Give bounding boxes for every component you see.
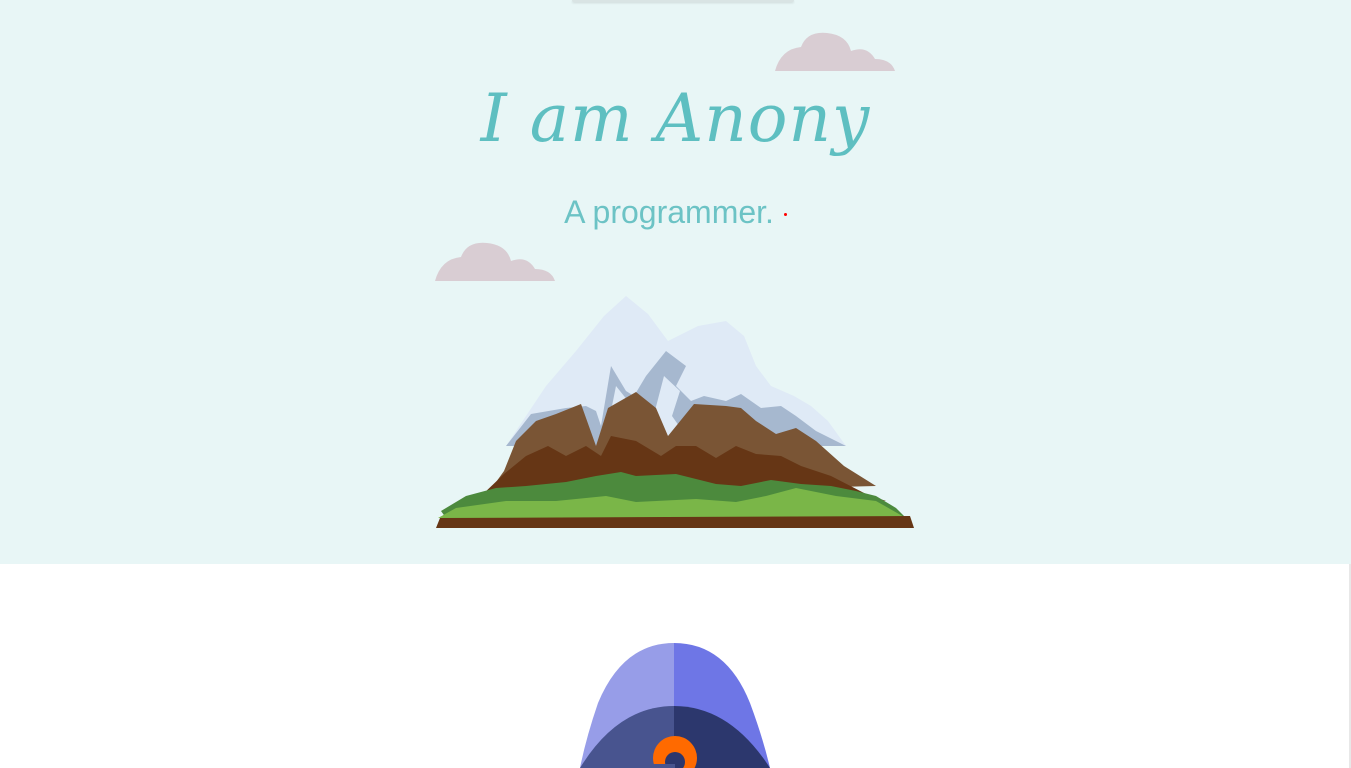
- hero-subtitle-text: A programmer.: [564, 194, 774, 230]
- hero-section: I am Anony A programmer.: [0, 0, 1351, 564]
- cloud-icon: [775, 32, 895, 71]
- rocket-illustration: [580, 643, 770, 768]
- cloud-icon: [435, 242, 555, 281]
- typing-cursor: [783, 213, 787, 217]
- hero-title: I am Anony: [480, 80, 871, 157]
- mountain-illustration: [436, 296, 914, 528]
- hero-subtitle: A programmer.: [0, 194, 1351, 231]
- header-handle: [572, 0, 794, 2]
